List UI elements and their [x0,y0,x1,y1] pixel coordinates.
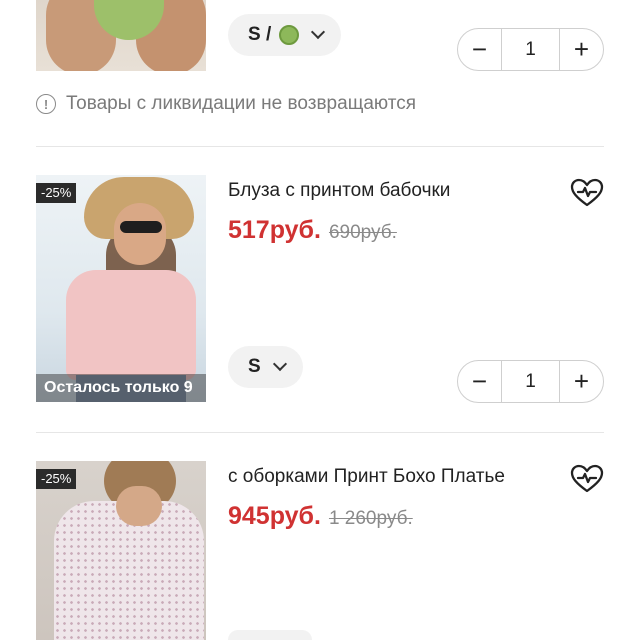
divider [36,146,604,147]
price-block: 517руб. 690руб. [228,216,397,245]
plus-button[interactable]: + [560,360,603,403]
variant-selector[interactable]: S / [228,14,342,56]
green-color-swatch-icon [279,25,300,45]
quantity-stepper: − 1 + [457,360,604,403]
stock-remaining-label: Осталось только 9 [36,374,206,402]
heart-plus-icon[interactable] [570,464,604,494]
info-circle-icon: ! [36,94,56,114]
minus-button[interactable]: − [458,28,501,71]
minus-icon: − [471,366,488,396]
chevron-down-icon [311,24,326,40]
price-block: 945руб. 1 260руб. [228,502,413,531]
no-return-notice: ! Товары с ликвидации не возвращаются [36,93,416,115]
product-image-bikini[interactable] [36,0,206,71]
variant-size-label: S [248,356,261,377]
plus-button[interactable]: + [560,28,603,71]
discount-badge: -25% [36,469,77,489]
quantity-stepper: − 1 + [457,28,604,71]
product-title[interactable]: Блуза с принтом бабочки [228,180,450,202]
product-image-blouse[interactable] [36,175,206,402]
minus-button[interactable]: − [458,360,501,403]
minus-icon: − [471,34,488,64]
product-title[interactable]: с оборками Принт Бохо Платье [228,466,505,488]
divider [36,432,604,433]
variant-selector[interactable]: S [228,346,303,388]
price-current: 517руб. [228,216,321,244]
heart-plus-icon[interactable] [570,178,604,208]
variant-size-label: S / [248,24,272,45]
price-original: 1 260руб. [328,508,413,529]
quantity-value[interactable]: 1 [501,29,560,70]
plus-icon: + [573,34,590,64]
notice-text: Товары с ликвидации не возвращаются [66,93,416,114]
price-current: 945руб. [228,502,321,530]
quantity-value[interactable]: 1 [501,361,560,402]
price-original: 690руб. [328,222,397,243]
plus-icon: + [573,366,590,396]
discount-badge: -25% [36,183,77,203]
variant-selector-partial[interactable] [228,630,312,640]
chevron-down-icon [272,356,287,372]
